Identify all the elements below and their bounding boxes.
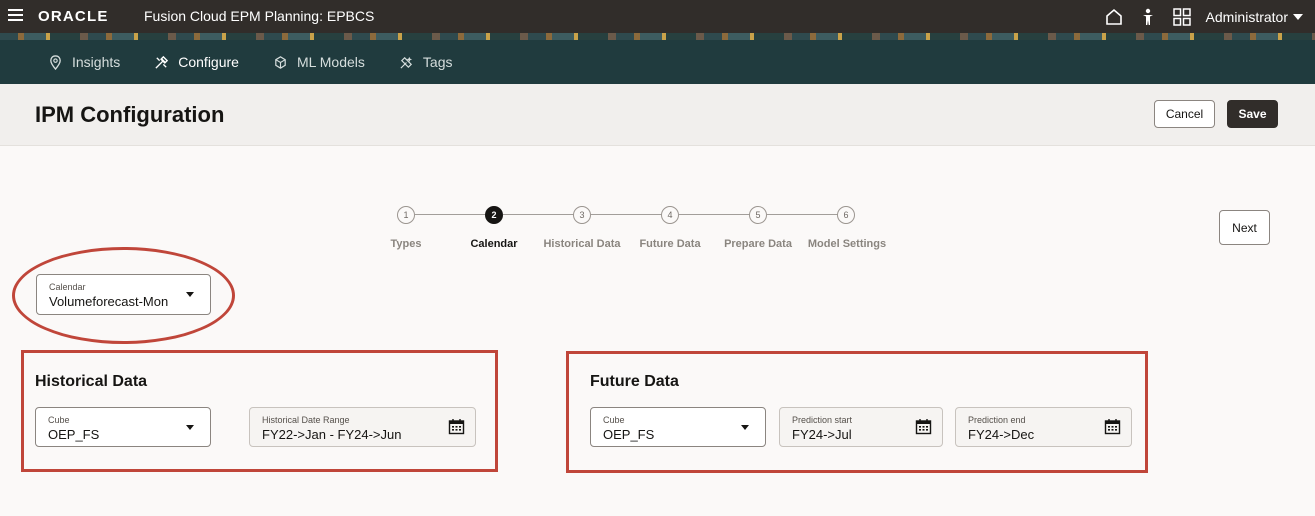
cube-label: Cube <box>48 415 70 425</box>
calendar-icon[interactable] <box>448 418 465 435</box>
prediction-start-field[interactable]: Prediction start FY24->Jul <box>779 407 943 447</box>
prediction-end-field[interactable]: Prediction end FY24->Dec <box>955 407 1132 447</box>
step-label-model-settings[interactable]: Model Settings <box>808 238 886 250</box>
step-5-marker[interactable]: 5 <box>749 206 767 224</box>
chevron-down-icon <box>186 425 194 430</box>
step-2-marker[interactable]: 2 <box>485 206 503 224</box>
step-label-calendar[interactable]: Calendar <box>470 238 517 250</box>
page-header: IPM Configuration Cancel Save <box>0 84 1315 146</box>
step-label-historical-data[interactable]: Historical Data <box>543 238 620 250</box>
cube-value: OEP_FS <box>48 427 100 442</box>
step-label-types[interactable]: Types <box>391 238 422 250</box>
date-range-value: FY22->Jan - FY24->Jun <box>262 427 402 442</box>
ml-models-icon <box>275 55 286 69</box>
tags-icon <box>400 56 413 69</box>
step-connector <box>767 214 838 215</box>
cube-value: OEP_FS <box>603 427 655 442</box>
prediction-end-label: Prediction end <box>968 415 1026 425</box>
next-button[interactable]: Next <box>1219 210 1270 245</box>
nav-item-configure[interactable]: Configure <box>154 40 239 84</box>
top-right-actions: Administrator <box>1104 0 1303 33</box>
configure-icon <box>155 55 169 69</box>
nav-item-label: Insights <box>72 54 121 70</box>
step-4-marker[interactable]: 4 <box>661 206 679 224</box>
oracle-logo: ORACLE <box>38 8 109 25</box>
nav-item-insights[interactable]: Insights <box>48 40 120 84</box>
calendar-value: Volumeforecast-Mon <box>49 294 169 309</box>
step-connector <box>503 214 574 215</box>
top-bar: ORACLE Fusion Cloud EPM Planning: EPBCS … <box>0 0 1315 33</box>
step-connector <box>591 214 662 215</box>
date-range-label: Historical Date Range <box>262 415 350 425</box>
chevron-down-icon <box>741 425 749 430</box>
main-nav: Insights Configure ML Models Tags <box>0 40 1315 84</box>
step-label-prepare-data[interactable]: Prepare Data <box>724 238 792 250</box>
navigator-grid-icon[interactable] <box>1172 7 1192 27</box>
calendar-icon[interactable] <box>1104 418 1121 435</box>
app-title: Fusion Cloud EPM Planning: EPBCS <box>144 8 375 24</box>
step-3-marker[interactable]: 3 <box>573 206 591 224</box>
step-connector <box>415 214 486 215</box>
future-section-title: Future Data <box>590 373 679 390</box>
nav-item-ml-models[interactable]: ML Models <box>273 40 365 84</box>
prediction-end-value: FY24->Dec <box>968 427 1035 442</box>
prediction-start-label: Prediction start <box>792 415 853 425</box>
nav-item-label: Tags <box>422 54 453 70</box>
calendar-label: Calendar <box>49 282 86 292</box>
decorative-banner <box>0 33 1315 40</box>
future-cube-select[interactable]: Cube OEP_FS <box>590 407 766 447</box>
cancel-button[interactable]: Cancel <box>1154 100 1215 128</box>
step-6-marker[interactable]: 6 <box>837 206 855 224</box>
user-name: Administrator <box>1205 8 1288 25</box>
chevron-down-icon <box>1293 13 1303 20</box>
step-connector <box>679 214 750 215</box>
nav-item-label: ML Models <box>296 54 365 70</box>
nav-item-label: Configure <box>178 54 239 70</box>
hamburger-menu-icon[interactable] <box>8 9 23 22</box>
historical-cube-select[interactable]: Cube OEP_FS <box>35 407 211 447</box>
accessibility-icon[interactable] <box>1138 7 1158 27</box>
save-button[interactable]: Save <box>1227 100 1278 128</box>
calendar-select[interactable]: Calendar Volumeforecast-Mon <box>36 274 211 315</box>
nav-item-tags[interactable]: Tags <box>399 40 453 84</box>
home-icon[interactable] <box>1104 7 1124 27</box>
user-menu[interactable]: Administrator <box>1206 9 1303 25</box>
step-label-future-data[interactable]: Future Data <box>639 238 700 250</box>
calendar-icon[interactable] <box>915 418 932 435</box>
page-title: IPM Configuration <box>35 102 225 127</box>
cube-label: Cube <box>603 415 625 425</box>
prediction-start-value: FY24->Jul <box>792 427 852 442</box>
insights-icon <box>50 54 61 70</box>
historical-section-title: Historical Data <box>35 373 148 390</box>
chevron-down-icon <box>186 292 194 297</box>
step-1-marker[interactable]: 1 <box>397 206 415 224</box>
historical-date-range-field[interactable]: Historical Date Range FY22->Jan - FY24->… <box>249 407 476 447</box>
